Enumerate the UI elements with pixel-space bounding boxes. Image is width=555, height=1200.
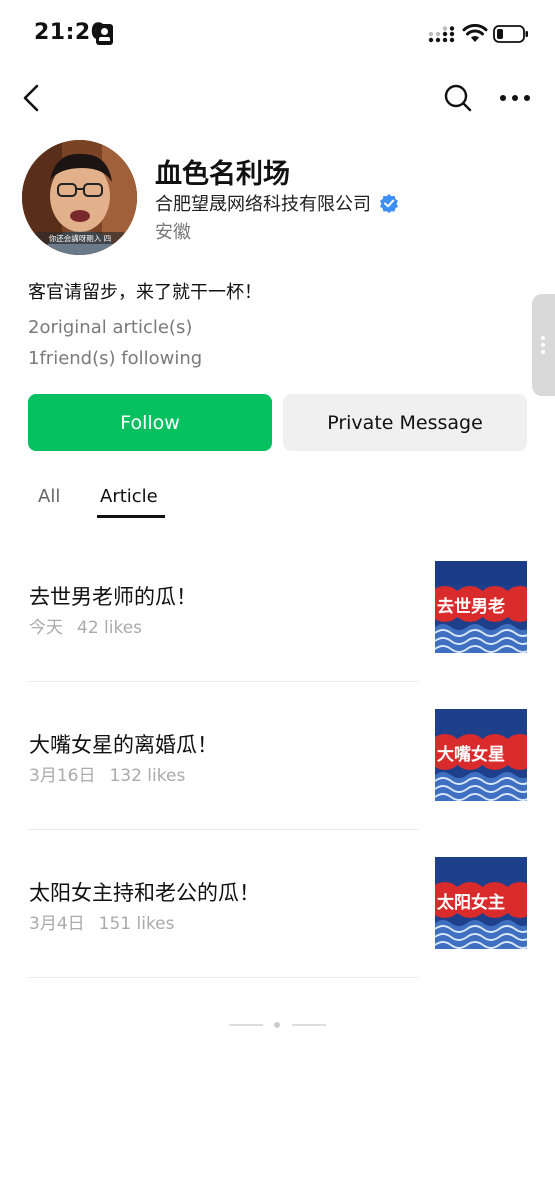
friends-following-count[interactable]: 1friend(s) following — [28, 348, 202, 369]
avatar[interactable]: 你还会講呀剛入 四 — [22, 140, 137, 255]
bio: 客官请留步，来了就干一杯！ — [28, 282, 262, 303]
account-name: 血色名利场 — [155, 159, 290, 190]
article-meta: 3月4日 151 likes — [29, 909, 175, 934]
verified-badge-icon — [380, 194, 398, 213]
follow-button[interactable]: Follow — [28, 394, 272, 451]
more-horizontal-icon[interactable] — [498, 86, 532, 110]
company-row: 合肥望晟网络科技有限公司 — [155, 190, 399, 216]
article-likes: 42 likes — [77, 618, 143, 638]
end-of-list-line — [229, 1024, 263, 1026]
article-meta: 今天 42 likes — [29, 613, 142, 638]
private-message-button[interactable]: Private Message — [283, 394, 527, 451]
article-item[interactable]: 去世男老师的瓜！ 今天 42 likes 去世男老 — [0, 534, 555, 682]
article-title: 太阳女主持和老公的瓜！ — [29, 881, 260, 905]
avatar-caption: 你还会講呀剛入 四 — [49, 233, 111, 243]
article-item[interactable]: 大嘴女星的离婚瓜！ 3月16日 132 likes 大嘴女星 — [0, 682, 555, 830]
side-drawer-handle[interactable] — [532, 294, 555, 396]
article-likes: 151 likes — [98, 914, 175, 934]
article-title: 大嘴女星的离婚瓜！ — [29, 733, 218, 757]
article-thumbnail: 去世男老 — [435, 561, 527, 653]
end-of-list-line — [292, 1024, 326, 1026]
wifi-icon — [462, 24, 488, 42]
company-name: 合肥望晟网络科技有限公司 — [155, 194, 371, 215]
article-title: 去世男老师的瓜！ — [29, 585, 197, 609]
end-of-list-dot — [274, 1022, 280, 1028]
tab-article[interactable]: Article — [100, 486, 158, 507]
article-thumbnail: 大嘴女星 — [435, 709, 527, 801]
original-articles-count[interactable]: 2original article(s) — [28, 317, 192, 338]
active-tab-indicator — [97, 515, 165, 518]
avatar-image: 你还会講呀剛入 四 — [22, 140, 137, 255]
article-meta: 3月16日 132 likes — [29, 761, 185, 786]
article-date: 3月4日 — [29, 914, 85, 934]
tab-all[interactable]: All — [38, 486, 60, 507]
search-icon[interactable] — [442, 82, 474, 114]
thumbnail-text: 大嘴女星 — [437, 744, 505, 765]
back-button[interactable] — [18, 82, 48, 114]
cellular-signal-icon — [428, 26, 455, 43]
article-date: 今天 — [29, 618, 63, 638]
article-likes: 132 likes — [109, 766, 186, 786]
location: 安徽 — [155, 222, 191, 243]
article-thumbnail: 太阳女主 — [435, 857, 527, 949]
contact-card-icon — [96, 24, 113, 45]
battery-icon — [493, 25, 528, 43]
thumbnail-text: 太阳女主 — [437, 892, 505, 913]
article-date: 3月16日 — [29, 766, 96, 786]
thumbnail-text: 去世男老 — [437, 596, 505, 617]
divider — [28, 977, 418, 978]
article-item[interactable]: 太阳女主持和老公的瓜！ 3月4日 151 likes 太阳女主 — [0, 830, 555, 978]
